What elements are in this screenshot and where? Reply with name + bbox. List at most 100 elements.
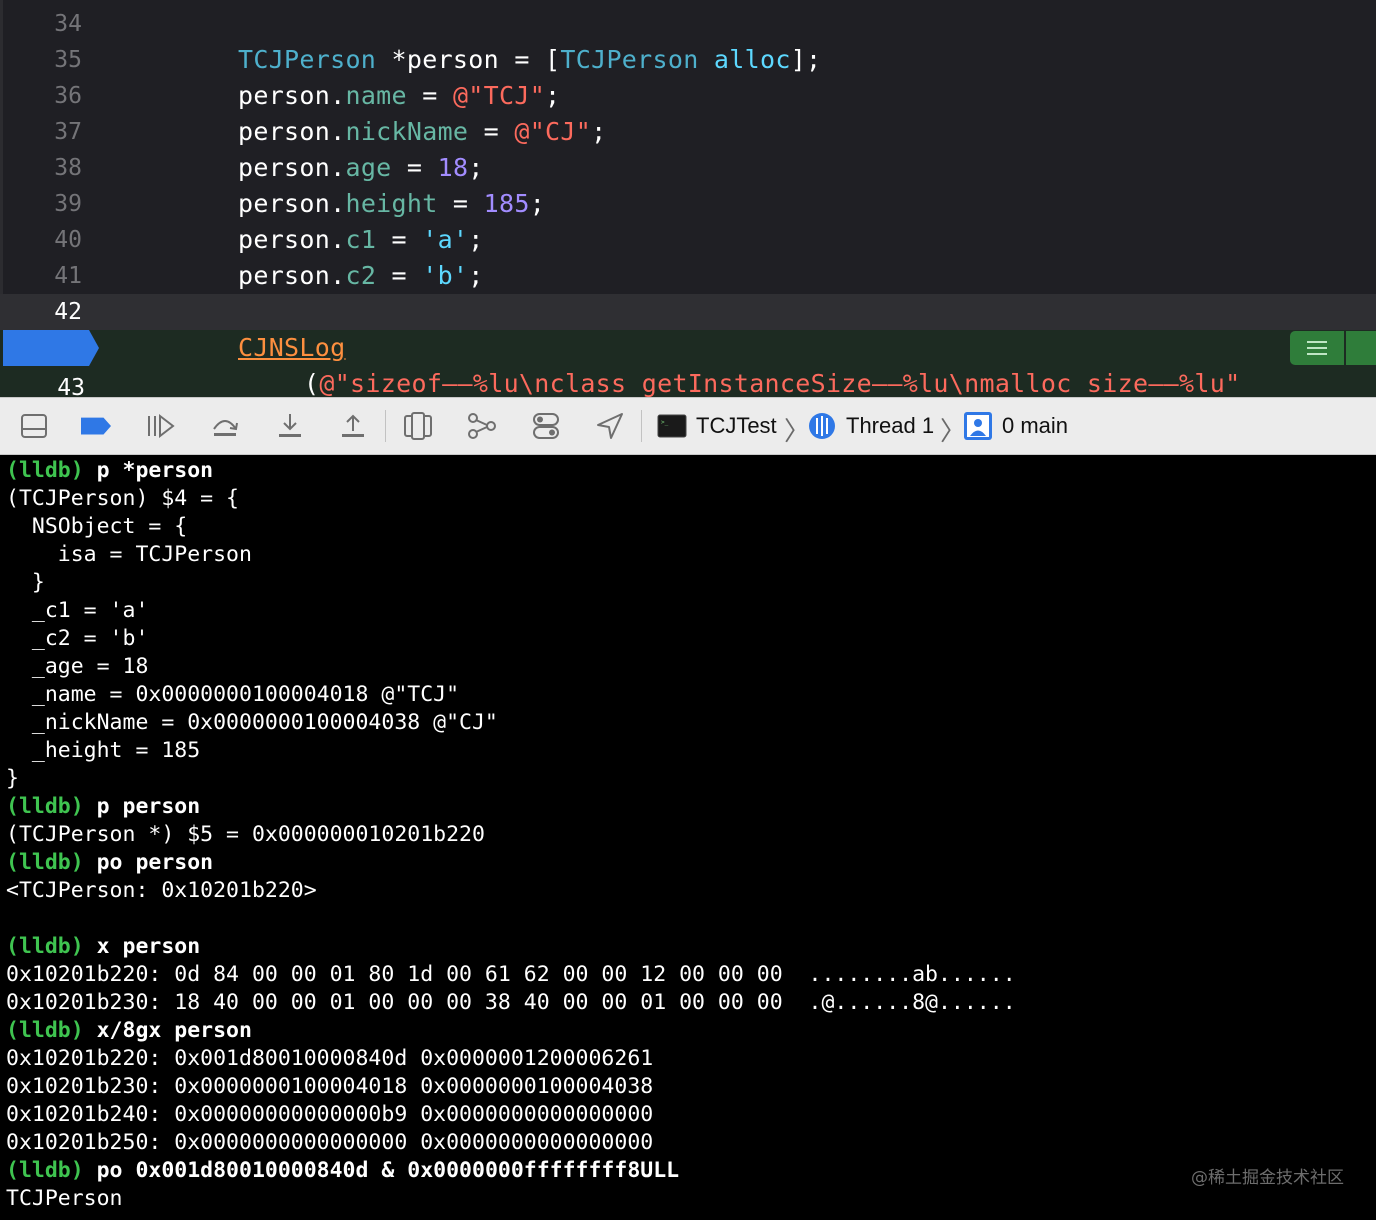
breadcrumb-thread[interactable]: Thread 1 (846, 398, 934, 454)
code-token: ; (468, 153, 484, 182)
code-continuation: (@"sizeof——%lu\nclass_getInstanceSize——%… (304, 366, 1240, 397)
code-line[interactable]: 38 person.age = 18; (0, 150, 1376, 186)
debug-bar: >_ TCJTest 〉 Thread 1 〉 0 main (0, 397, 1376, 455)
console-output-line: 0x10201b240: 0x00000000000000b9 0x000000… (6, 1102, 654, 1127)
lldb-prompt: (lldb) (6, 458, 84, 483)
code-line[interactable]: 36 person.name = @"TCJ"; (0, 78, 1376, 114)
console-output-line: NSObject = { (6, 514, 188, 539)
lldb-command: p person (83, 794, 201, 819)
code-token: person. (238, 189, 346, 218)
console-output-line: } (6, 570, 45, 595)
code-token: ; (468, 261, 484, 290)
code-token: ; (468, 225, 484, 254)
breakpoint-indicator[interactable]: 43 (3, 330, 99, 397)
continue-icon[interactable] (145, 412, 175, 440)
code-token: person. (238, 81, 346, 110)
code-line[interactable]: 41 person.c2 = 'b'; (0, 258, 1376, 294)
console-output-line: 0x10201b250: 0x0000000000000000 0x000000… (6, 1130, 654, 1155)
code-line[interactable]: 35 TCJPerson *person = [TCJPerson alloc]; (0, 42, 1376, 78)
code-token: TCJPerson (560, 45, 699, 74)
console-command-line: (lldb) p person (6, 793, 200, 821)
step-out-icon[interactable] (338, 412, 368, 440)
line-number[interactable]: 37 (0, 114, 82, 150)
code-token: = (468, 117, 515, 146)
line-number[interactable]: 40 (0, 222, 82, 258)
console-output-line: 0x10201b220: 0d 84 00 00 01 80 1d 00 61 … (6, 962, 1016, 987)
console-output-line: _height = 185 (6, 738, 201, 763)
thread-icon (806, 412, 838, 440)
code-token: name (345, 81, 407, 110)
code-token: 185 (483, 189, 530, 218)
code-line[interactable]: 40 person.c1 = 'a'; (0, 222, 1376, 258)
line-number[interactable]: 41 (0, 258, 82, 294)
lldb-command: po 0x001d80010000840d & 0x0000000fffffff… (83, 1158, 680, 1183)
code-token: @"CJ" (514, 117, 592, 146)
lldb-prompt: (lldb) (6, 1158, 84, 1183)
lldb-prompt: (lldb) (6, 850, 84, 875)
breakpoints-active-icon[interactable] (81, 412, 111, 440)
line-number[interactable]: 34 (0, 6, 82, 42)
code-token: TCJPerson (238, 45, 377, 74)
code-token: ( (304, 369, 320, 397)
code-token: person. (238, 225, 346, 254)
code-token: ; (545, 81, 561, 110)
svg-text:>_: >_ (661, 419, 669, 426)
list-icon (1307, 341, 1327, 355)
breadcrumb-frame[interactable]: 0 main (1002, 398, 1068, 454)
code-token: person. (238, 153, 346, 182)
environment-overrides-icon[interactable] (531, 412, 561, 440)
console-output-line: isa = TCJPerson (6, 542, 252, 567)
code-token: @"TCJ" (452, 81, 546, 110)
code-text: person.nickName = @"CJ"; (238, 114, 606, 150)
code-token: ]; (790, 45, 822, 74)
memory-graph-icon[interactable] (467, 412, 497, 440)
console-output-line: <TCJPerson: 0x10201b220> (6, 878, 317, 903)
breakpoint-flag-icon (3, 330, 99, 366)
console-command-line: (lldb) x/8gx person (6, 1017, 252, 1045)
code-token: CJNSLog (238, 333, 346, 362)
issue-annotation-button[interactable] (1290, 331, 1344, 365)
console-output-line: } (6, 766, 19, 791)
code-line[interactable]: CJNSLog (@"sizeof——%lu\nclass_getInstance… (0, 330, 1376, 397)
console-output-line: (TCJPerson) $4 = { (6, 486, 239, 511)
step-over-icon[interactable] (210, 412, 240, 440)
lldb-prompt: (lldb) (6, 934, 84, 959)
code-line[interactable]: 34 (0, 6, 1376, 42)
code-token: nickName (345, 117, 469, 146)
line-number[interactable]: 38 (0, 150, 82, 186)
toggle-console-icon[interactable] (19, 412, 49, 440)
code-token: ; (529, 189, 546, 218)
step-into-icon[interactable] (275, 412, 305, 440)
console-command-line: (lldb) p *person (6, 457, 213, 485)
breadcrumb-process[interactable]: TCJTest (696, 398, 777, 454)
code-token: person. (238, 117, 346, 146)
toolbar-separator (385, 410, 386, 442)
view-hierarchy-icon[interactable] (403, 412, 433, 440)
line-number[interactable]: 36 (0, 78, 82, 114)
line-number[interactable]: 39 (0, 186, 82, 222)
lldb-console[interactable]: (lldb) p *person (TCJPerson) $4 = { NSObj… (0, 455, 1376, 1220)
simulate-location-icon[interactable] (595, 412, 625, 440)
console-output-line: (TCJPerson *) $5 = 0x000000010201b220 (6, 822, 485, 847)
code-token: height (345, 189, 438, 218)
code-text: person.height = 185; (238, 186, 545, 222)
console-command-line: (lldb) po 0x001d80010000840d & 0x0000000… (6, 1157, 679, 1185)
lldb-command: x person (83, 934, 201, 959)
breakpoint-line-number: 43 (57, 375, 85, 397)
source-editor[interactable]: 34 35 TCJPerson *person = [TCJPerson alloc… (0, 0, 1376, 397)
lldb-prompt: (lldb) (6, 794, 84, 819)
code-token: @"sizeof——%lu\nclass_getInstanceSize——%l… (319, 369, 1241, 397)
console-output-line: 0x10201b230: 0x0000000100004018 0x000000… (6, 1074, 654, 1099)
line-number[interactable]: 42 (0, 294, 82, 330)
lldb-command: po person (83, 850, 214, 875)
code-text: CJNSLog (238, 330, 345, 366)
code-token: = (406, 81, 453, 110)
terminal-app-icon: >_ (656, 412, 688, 440)
code-line[interactable]: 42 (0, 294, 1376, 330)
code-token: c1 (345, 225, 377, 254)
line-number[interactable]: 35 (0, 42, 82, 78)
code-line[interactable]: 37 person.nickName = @"CJ"; (0, 114, 1376, 150)
code-text: TCJPerson *person = [TCJPerson alloc]; (238, 42, 821, 78)
code-line[interactable]: 39 person.height = 185; (0, 186, 1376, 222)
code-token: = (376, 261, 423, 290)
